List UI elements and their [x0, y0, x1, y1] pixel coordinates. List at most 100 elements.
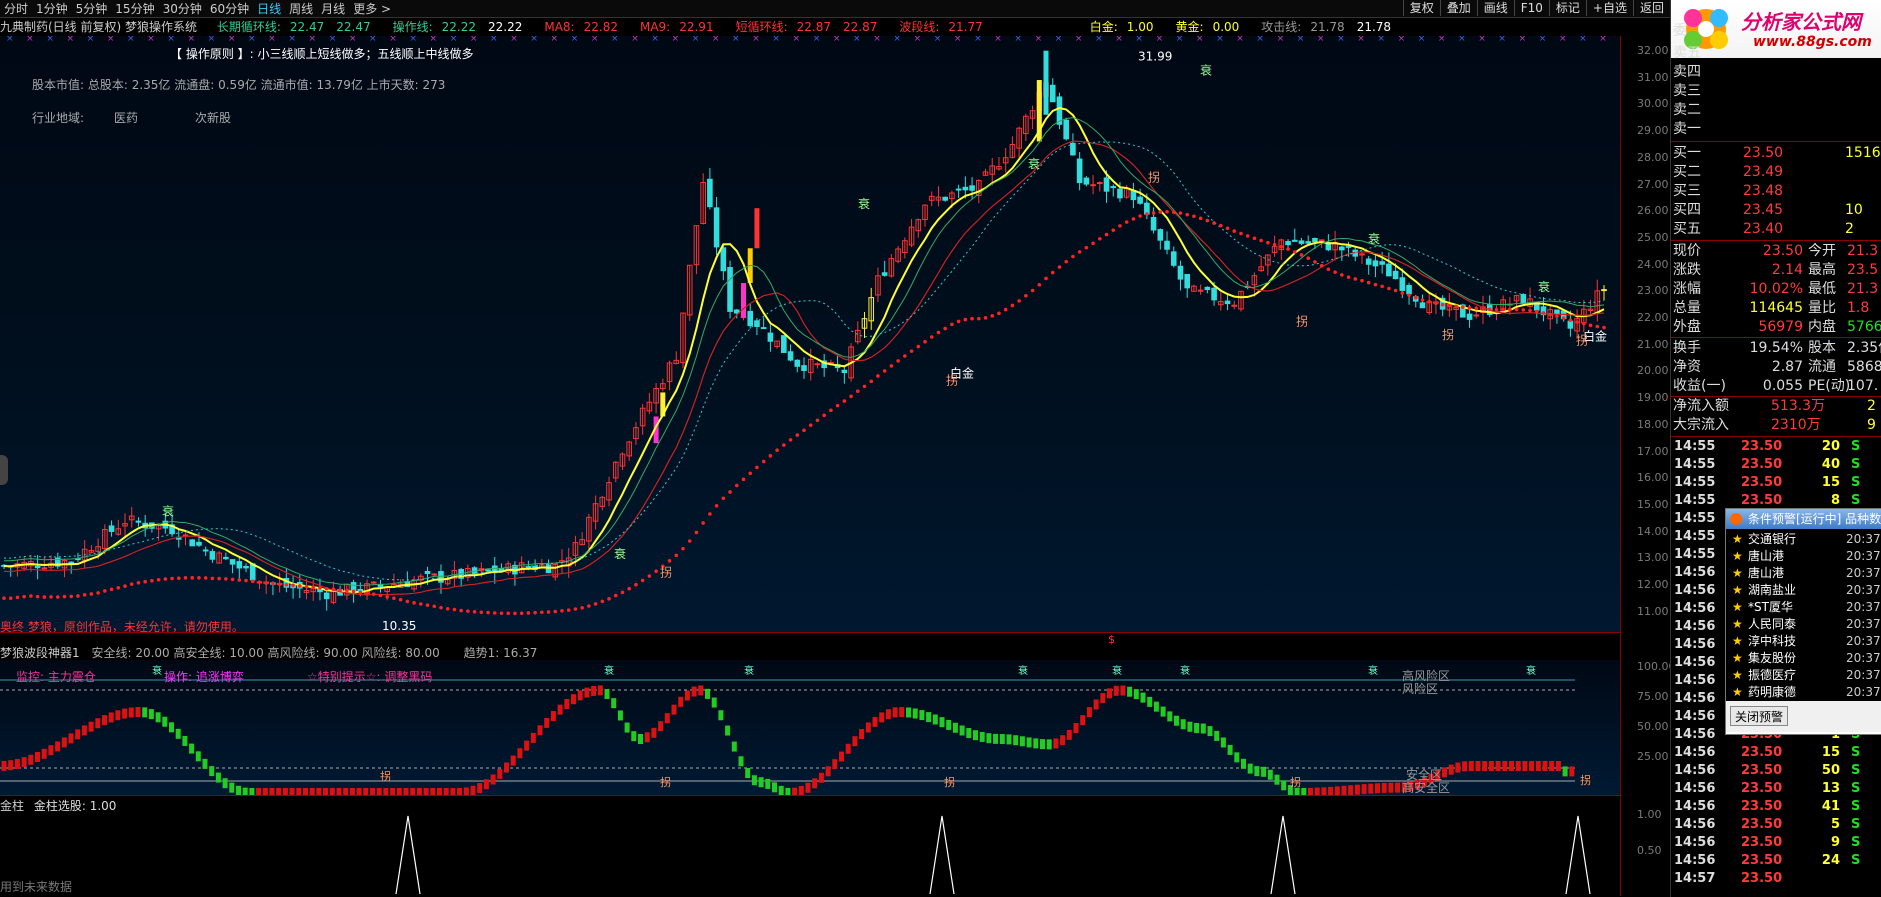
alert-item[interactable]: ★ 振德医疗 20:37: [1726, 667, 1881, 684]
candle: [128, 507, 135, 528]
trade-tick-row: 14:56 23.50 9 S: [1671, 834, 1881, 852]
price-axis-tick: 22.00: [1637, 311, 1669, 324]
indicator-value: 0.00: [1212, 20, 1240, 34]
quote-value: 2310万: [1771, 417, 1821, 433]
quote-value: 2: [1867, 398, 1876, 414]
candle: [54, 552, 61, 569]
indicator-3: MA9: 22.91: [640, 20, 720, 34]
alert-item[interactable]: ★ 唐山港 20:37: [1726, 565, 1881, 582]
alert-popup[interactable]: 条件预警[运行中] 品种数 ★ 交通银行 20:37 ★ 唐山港 20:37 ★ 唐山港 20:…: [1725, 508, 1881, 735]
candle: [713, 196, 720, 256]
trade-tick-row: 14:56 23.50 15 S: [1671, 744, 1881, 762]
alert-item[interactable]: ★ *ST厦华 20:37: [1726, 599, 1881, 616]
candle: [1372, 254, 1379, 278]
quote-label: 大宗流入: [1673, 417, 1729, 433]
candle: [41, 556, 48, 571]
shuai-label: 衰: [1200, 63, 1212, 78]
candle: [1218, 292, 1224, 311]
toolbar-button-0[interactable]: 复权: [1402, 0, 1440, 16]
indicator-label: 黄金:: [1175, 20, 1204, 34]
indicator-value-2: 22.87: [842, 20, 878, 34]
alert-popup-title[interactable]: 条件预警[运行中] 品种数: [1726, 509, 1881, 529]
period-tab-8[interactable]: 月线: [317, 1, 349, 17]
candle: [1231, 300, 1238, 310]
svg-text:×: ×: [631, 36, 639, 44]
svg-text:×: ×: [309, 36, 317, 44]
quote-flow-row: 大宗流入 2310万 9: [1671, 416, 1881, 434]
shuai-marker: 衰: [1112, 664, 1122, 677]
svg-text:×: ×: [772, 36, 780, 44]
candle: [202, 546, 209, 556]
gold-pillar-chart[interactable]: [0, 796, 1620, 896]
candle: [767, 324, 774, 352]
alert-item-name: 淳中科技: [1748, 634, 1797, 648]
tick-price: 23.50: [1741, 871, 1783, 886]
quote-value: 21.3: [1847, 243, 1879, 259]
alert-item[interactable]: ★ 人民同泰 20:37: [1726, 616, 1881, 633]
signal-bar: [740, 282, 746, 318]
quote-label: 涨跌: [1673, 262, 1701, 278]
svg-text:×: ×: [672, 36, 680, 44]
candle: [902, 237, 908, 259]
period-tab-9[interactable]: 更多 >: [349, 1, 395, 17]
toolbar-button-6[interactable]: 返回: [1632, 0, 1670, 16]
toolbar-button-2[interactable]: 画线: [1476, 0, 1514, 16]
shuai-marker: 衰: [604, 664, 614, 677]
quote-panel: 分析家公式网 www.88gs.com 委卖五 卖四 卖三 卖二 卖一 买一 23.50 15…: [1670, 0, 1881, 897]
toolbar-button-4[interactable]: 标记: [1548, 0, 1586, 16]
period-tab-2[interactable]: 5分钟: [72, 1, 112, 17]
alert-item[interactable]: ★ 集友股份 20:37: [1726, 650, 1881, 667]
period-tab-5[interactable]: 60分钟: [206, 1, 253, 17]
candle: [155, 524, 162, 541]
period-tab-1[interactable]: 1分钟: [32, 1, 72, 17]
quote-stat-row: 收益(一) 0.055 PE(动) 107.: [1671, 377, 1881, 395]
toolbar-button-5[interactable]: +自选: [1585, 0, 1633, 16]
shuai-marker: 衰: [1180, 664, 1190, 677]
tick-time: 14:56: [1674, 583, 1716, 598]
alert-item[interactable]: ★ 淳中科技 20:37: [1726, 633, 1881, 650]
toolbar-button-3[interactable]: F10: [1513, 0, 1549, 16]
tick-time: 14:55: [1674, 511, 1716, 526]
quote-value: 21.3: [1847, 281, 1879, 297]
candlestick-chart[interactable]: × × × × × × × × × × × × × × × × × × × × × × × × × × × × × × × × × × × × × × × ×…: [0, 36, 1620, 632]
quote-divider: [1671, 141, 1881, 142]
price-axis-tick: 26.00: [1637, 204, 1669, 218]
candle: [1352, 247, 1359, 262]
tick-time: 14:56: [1674, 655, 1716, 670]
candle: [794, 359, 801, 373]
shuai-label: 衰: [858, 196, 870, 211]
guai-marker: 拐: [380, 769, 391, 783]
period-tab-6[interactable]: 日线: [253, 1, 285, 17]
alert-item-name: 交通银行: [1748, 532, 1797, 546]
sub1-trend: 趋势1: 16.37: [463, 646, 538, 660]
period-tab-4[interactable]: 30分钟: [159, 1, 206, 17]
alert-item[interactable]: ★ 药明康德 20:37: [1726, 684, 1881, 701]
period-tab-0[interactable]: 分时: [0, 1, 32, 17]
indicator-label: 白金:: [1089, 20, 1118, 34]
candle: [760, 317, 767, 330]
close-alert-button[interactable]: 关闭预警: [1730, 706, 1789, 726]
period-tab-3[interactable]: 15分钟: [111, 1, 158, 17]
period-tab-7[interactable]: 周线: [285, 1, 317, 17]
candle: [639, 403, 646, 435]
candle: [182, 532, 189, 546]
alert-item[interactable]: ★ 湖南盐业 20:37: [1726, 582, 1881, 599]
guai-marker: 拐: [1580, 773, 1591, 787]
alert-item[interactable]: ★ 交通银行 20:37: [1726, 531, 1881, 548]
candle: [1090, 175, 1096, 195]
alert-list[interactable]: ★ 交通银行 20:37 ★ 唐山港 20:37 ★ 唐山港 20:37 ★ 湖南盐业 20:37 ★ *…: [1726, 529, 1881, 701]
alert-icon: [1730, 513, 1742, 525]
svg-text:×: ×: [228, 36, 236, 44]
svg-text:×: ×: [1398, 36, 1406, 44]
candle: [1601, 285, 1607, 301]
candle: [1453, 307, 1459, 321]
future-data-note: 用到未来数据: [0, 880, 73, 894]
alert-item[interactable]: ★ 唐山港 20:37: [1726, 548, 1881, 565]
svg-text:×: ×: [1337, 36, 1345, 44]
candle: [545, 559, 552, 574]
tick-price: 23.50: [1741, 799, 1783, 814]
price-axis-tick: 23.00: [1637, 284, 1669, 298]
candle: [559, 549, 565, 574]
toolbar-button-1[interactable]: 叠加: [1439, 0, 1477, 16]
price-axis-tick: 16.00: [1637, 471, 1669, 485]
